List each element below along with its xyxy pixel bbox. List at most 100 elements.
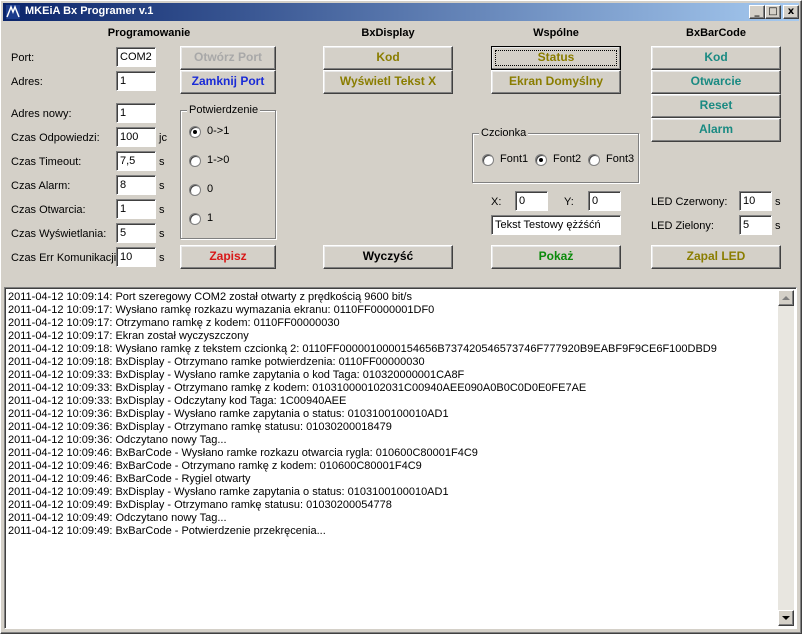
radio-label: 0->1 xyxy=(207,125,230,137)
led-red-unit: s xyxy=(775,196,781,208)
section-title-bxdisplay: BxDisplay xyxy=(361,27,415,39)
czas-otwarcia-unit: s xyxy=(159,204,165,216)
czas-err-komunikacji-label: Czas Err Komunikacji: xyxy=(11,252,120,264)
log-line: 2011-04-12 10:09:17: Ekran został wyczys… xyxy=(8,330,249,342)
radio-button-icon xyxy=(189,184,201,196)
czas-alarm-input[interactable]: 8 xyxy=(116,175,156,195)
radio-button-icon xyxy=(189,126,201,138)
adres-nowy-input[interactable]: 1 xyxy=(116,103,156,123)
log-line: 2011-04-12 10:09:33: BxDisplay - Wysłano… xyxy=(8,369,465,381)
bxbarcode-open-button[interactable]: Otwarcie xyxy=(651,70,781,94)
close-button[interactable]: x xyxy=(783,5,799,19)
save-button[interactable]: Zapisz xyxy=(180,245,276,269)
maximize-icon: □ xyxy=(768,6,778,17)
czcionka-title: Czcionka xyxy=(479,127,529,139)
status-button[interactable]: Status xyxy=(491,46,621,70)
radio-button-icon xyxy=(588,154,600,166)
czas-otwarcia-label: Czas Otwarcia: xyxy=(11,204,86,216)
czas-otwarcia-input[interactable]: 1 xyxy=(116,199,156,219)
log-lines: 2011-04-12 10:09:14: Port szeregowy COM2… xyxy=(8,291,776,538)
log-line: 2011-04-12 10:09:49: BxDisplay - Otrzyma… xyxy=(8,499,392,511)
czas-err-komunikacji-input[interactable]: 10 xyxy=(116,247,156,267)
radio-button-icon xyxy=(189,155,201,167)
led-green-label: LED Zielony: xyxy=(651,220,714,232)
czas-timeout-unit: s xyxy=(159,156,165,168)
default-screen-button[interactable]: Ekran Domyślny xyxy=(491,70,621,94)
open-port-button[interactable]: Otwórz Port xyxy=(180,46,276,70)
x-input[interactable]: 0 xyxy=(515,191,548,211)
radio-label: 0 xyxy=(207,183,214,195)
radio-button-icon xyxy=(189,213,201,225)
log-line: 2011-04-12 10:09:46: BxBarCode - Wysłano… xyxy=(8,447,478,459)
czas-odpowiedzi-input[interactable]: 100 xyxy=(116,127,156,147)
log-line: 2011-04-12 10:09:46: BxBarCode - Rygiel … xyxy=(8,473,251,485)
show-button[interactable]: Pokaż xyxy=(491,245,621,269)
title-bar[interactable]: MKEiA Bx Programer v.1 _ □ x xyxy=(3,3,799,21)
led-green-unit: s xyxy=(775,220,781,232)
arrow-down-icon xyxy=(782,616,790,620)
log-line: 2011-04-12 10:09:49: Odczytano nowy Tag.… xyxy=(8,512,227,524)
czas-odpowiedzi-label: Czas Odpowiedzi: xyxy=(11,132,100,144)
log-line: 2011-04-12 10:09:33: BxDisplay - Odczyta… xyxy=(8,395,347,407)
minimize-button[interactable]: _ xyxy=(749,5,765,19)
radio-button-icon xyxy=(482,154,494,166)
czas-err-komunikacji-unit: s xyxy=(159,252,165,264)
bxbarcode-reset-button[interactable]: Reset xyxy=(651,94,781,118)
arrow-up-icon xyxy=(782,296,790,300)
y-input[interactable]: 0 xyxy=(588,191,621,211)
radio-label: Font2 xyxy=(553,153,582,165)
log-scrollbar[interactable] xyxy=(778,290,794,626)
czas-wyswietlania-input[interactable]: 5 xyxy=(116,223,156,243)
main-window: MKEiA Bx Programer v.1 _ □ x Programowan… xyxy=(0,0,802,634)
port-label: Port: xyxy=(11,52,35,64)
log-line: 2011-04-12 10:09:36: Odczytano nowy Tag.… xyxy=(8,434,227,446)
czas-wyswietlania-unit: s xyxy=(159,228,165,240)
close-port-button[interactable]: Zamknij Port xyxy=(180,70,276,94)
radio-label: Font3 xyxy=(606,153,635,165)
radio-label: Font1 xyxy=(500,153,529,165)
czas-wyswietlania-label: Czas Wyświetlania: xyxy=(11,228,107,240)
log-line: 2011-04-12 10:09:18: Wysłano ramkę z tek… xyxy=(8,343,717,355)
minimize-icon: _ xyxy=(754,6,760,17)
section-title-bxbarcode: BxBarCode xyxy=(686,27,746,39)
bxbarcode-alarm-button[interactable]: Alarm xyxy=(651,118,781,142)
log-line: 2011-04-12 10:09:17: Wysłano ramkę rozka… xyxy=(8,304,435,316)
log-line: 2011-04-12 10:09:46: BxBarCode - Otrzyma… xyxy=(8,460,422,472)
section-title-programowanie: Programowanie xyxy=(107,27,191,39)
czas-odpowiedzi-unit: jc xyxy=(159,132,167,144)
maximize-button[interactable]: □ xyxy=(765,5,781,19)
potwierdzenie-group: Potwierdzenie 0->1 1->0 0 1 xyxy=(180,104,276,239)
radio-label: 1->0 xyxy=(207,154,230,166)
window-title: MKEiA Bx Programer v.1 xyxy=(25,5,154,17)
adres-input[interactable]: 1 xyxy=(116,71,156,91)
bxdisplay-clear-button[interactable]: Wyczyść xyxy=(323,245,453,269)
led-red-label: LED Czerwony: xyxy=(651,196,728,208)
y-label: Y: xyxy=(564,196,574,208)
section-title-wspolne: Wspólne xyxy=(533,27,579,39)
led-red-input[interactable]: 10 xyxy=(739,191,772,211)
port-input[interactable]: COM2 xyxy=(116,47,156,67)
scroll-down-button[interactable] xyxy=(778,610,794,626)
led-green-input[interactable]: 5 xyxy=(739,215,772,235)
log-line: 2011-04-12 10:09:36: BxDisplay - Wysłano… xyxy=(8,408,449,420)
display-text-input[interactable]: Tekst Testowy ężźśćń xyxy=(491,215,621,235)
focus-ring xyxy=(495,50,617,66)
app-logo-icon xyxy=(6,5,20,19)
bxdisplay-show-text-button[interactable]: Wyświetl Tekst X xyxy=(323,70,453,94)
log-textarea[interactable]: 2011-04-12 10:09:14: Port szeregowy COM2… xyxy=(4,287,797,629)
radio-label: 1 xyxy=(207,212,214,224)
x-label: X: xyxy=(491,196,502,208)
led-on-button[interactable]: Zapal LED xyxy=(651,245,781,269)
adres-nowy-label: Adres nowy: xyxy=(11,108,72,120)
log-line: 2011-04-12 10:09:49: BxDisplay - Wysłano… xyxy=(8,486,449,498)
log-line: 2011-04-12 10:09:33: BxDisplay - Otrzyma… xyxy=(8,382,587,394)
czas-alarm-label: Czas Alarm: xyxy=(11,180,71,192)
czas-timeout-input[interactable]: 7,5 xyxy=(116,151,156,171)
bxdisplay-kod-button[interactable]: Kod xyxy=(323,46,453,70)
czcionka-group: Czcionka Font1 Font2 Font3 xyxy=(472,127,639,183)
radio-button-icon xyxy=(535,154,547,166)
bxbarcode-kod-button[interactable]: Kod xyxy=(651,46,781,70)
czas-alarm-unit: s xyxy=(159,180,165,192)
scroll-up-button[interactable] xyxy=(778,290,794,306)
log-line: 2011-04-12 10:09:36: BxDisplay - Otrzyma… xyxy=(8,421,392,433)
